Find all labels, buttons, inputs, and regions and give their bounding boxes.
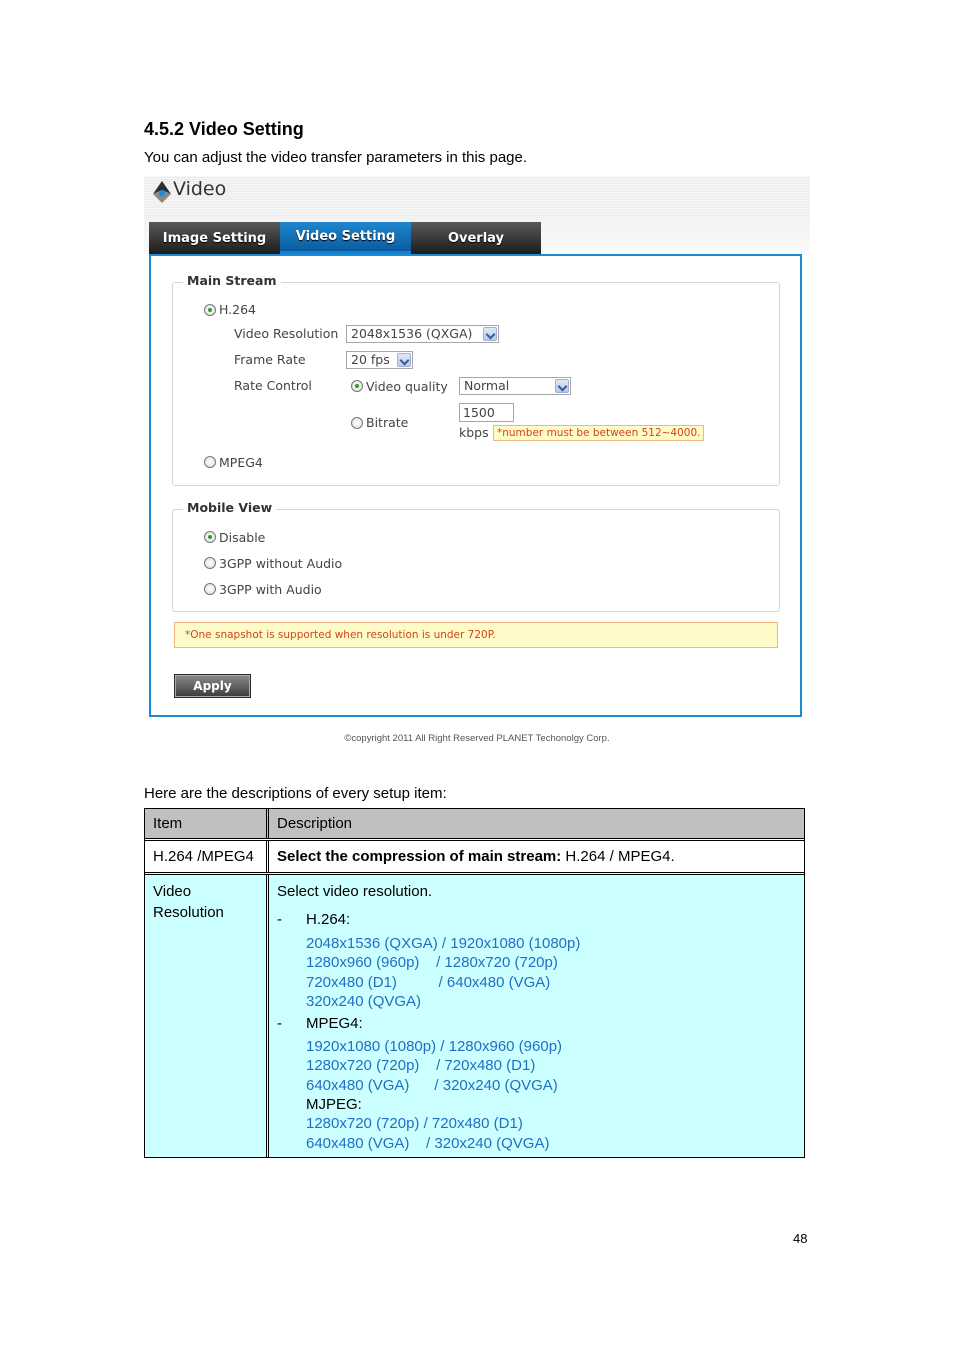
copyright-text: ©copyright 2011 All Right Reserved PLANE… — [344, 733, 610, 744]
section-intro: You can adjust the video transfer parame… — [144, 149, 528, 166]
video-resolution-select[interactable]: 2048x1536 (QXGA) — [346, 325, 499, 343]
settings-tabs: Image Setting Video Setting Overlay — [149, 222, 541, 254]
chevron-down-icon — [555, 379, 569, 393]
video-quality-label: Video quality — [366, 379, 448, 394]
mobile-disable-radio[interactable] — [204, 531, 216, 543]
mpeg4-heading: MPEG4: — [306, 1015, 363, 1033]
description-intro: Select video resolution. — [277, 883, 433, 900]
header-description: Description — [277, 815, 353, 832]
mpeg4-label: MPEG4 — [219, 455, 263, 470]
mobile-view-legend: Mobile View — [183, 500, 277, 515]
app-title: Video — [173, 178, 227, 200]
bitrate-radio[interactable] — [351, 417, 363, 429]
h264-heading: H.264: — [306, 911, 351, 928]
resolution-line: 1280x720 (720p) / 720x480 (D1) — [306, 1115, 523, 1133]
video-quality-value: Normal — [464, 378, 510, 393]
table-row: Video Resolution Select video resolution… — [145, 872, 804, 1157]
description-rest: H.264 / MPEG4. — [561, 848, 675, 865]
section-heading: 4.5.2 Video Setting — [144, 119, 304, 139]
bitrate-unit: kbps — [459, 425, 489, 440]
video-resolution-value: 2048x1536 (QXGA) — [351, 326, 473, 341]
mobile-view-group: Mobile View Disable 3GPP without Audio 3… — [172, 500, 780, 612]
mpeg4-resolution-list: 1920x1080 (1080p) / 1280x960 (960p) 1280… — [277, 1037, 796, 1153]
item-line: Video — [153, 883, 192, 900]
resolution-line: 640x480 (VGA) / 320x240 (QVGA) — [306, 1076, 558, 1094]
h264-label: H.264 — [219, 302, 257, 317]
mobile-3gpp-no-audio-radio[interactable] — [204, 557, 216, 569]
mjpeg-heading: MJPEG: — [306, 1096, 362, 1114]
table-header-row: Item Description — [145, 809, 804, 838]
bitrate-hint: *number must be between 512~4000. — [493, 425, 705, 441]
table-row: H.264 /MPEG4 Select the compression of m… — [145, 838, 804, 872]
h264-resolution-list: 2048x1536 (QXGA) / 1920x1080 (1080p) 128… — [277, 934, 796, 1011]
main-stream-group: Main Stream H.264 Video Resolution 2048x… — [172, 273, 780, 486]
descriptions-lead: Here are the descriptions of every setup… — [144, 785, 447, 802]
bullet: - — [277, 1015, 282, 1033]
description-cell: Select video resolution. - H.264: 2048x1… — [269, 875, 804, 1157]
resolution-line: 2048x1536 (QXGA) / 1920x1080 (1080p) — [306, 935, 581, 952]
video-resolution-label: Video Resolution — [234, 326, 339, 341]
h264-radio[interactable] — [204, 304, 216, 316]
snapshot-note: *One snapshot is supported when resoluti… — [174, 622, 778, 648]
item-line: Resolution — [153, 904, 224, 921]
video-quality-select[interactable]: Normal — [459, 377, 571, 395]
frame-rate-value: 20 fps — [351, 352, 390, 367]
main-stream-legend: Main Stream — [183, 273, 281, 288]
resolution-line: 320x240 (QVGA) — [306, 992, 422, 1010]
rate-control-label: Rate Control — [234, 378, 312, 393]
description-bold: Select the compression of main stream: — [277, 848, 562, 865]
resolution-line: 640x480 (VGA) / 320x240 (QVGA) — [306, 1134, 550, 1152]
planet-logo-icon — [153, 181, 171, 203]
bullet: - — [277, 911, 282, 928]
tab-video-setting[interactable]: Video Setting — [280, 222, 411, 254]
video-settings-screenshot: Video Image Setting Video Setting Overla… — [144, 176, 810, 748]
header-item: Item — [145, 809, 269, 838]
page-number: 48 — [793, 1231, 808, 1246]
chevron-down-icon — [483, 327, 497, 341]
mpeg4-radio[interactable] — [204, 456, 216, 468]
resolution-line: 1280x960 (960p) / 1280x720 (720p) — [306, 954, 558, 972]
item-cell: Video Resolution — [145, 875, 269, 1157]
tab-overlay[interactable]: Overlay — [411, 222, 541, 254]
item-cell: H.264 /MPEG4 — [145, 841, 269, 872]
mobile-3gpp-no-audio-label: 3GPP without Audio — [219, 556, 343, 571]
frame-rate-label: Frame Rate — [234, 352, 306, 367]
mobile-disable-label: Disable — [219, 530, 266, 545]
tab-image-setting[interactable]: Image Setting — [149, 222, 280, 254]
resolution-line: 1920x1080 (1080p) / 1280x960 (960p) — [306, 1038, 563, 1056]
video-settings-panel: Main Stream H.264 Video Resolution 2048x… — [149, 254, 802, 717]
resolution-line: 1280x720 (720p) / 720x480 (D1) — [306, 1057, 536, 1075]
bitrate-label: Bitrate — [366, 415, 409, 430]
mobile-3gpp-audio-radio[interactable] — [204, 583, 216, 595]
setup-items-table: Item Description H.264 /MPEG4 Select the… — [144, 808, 805, 1158]
mobile-3gpp-audio-label: 3GPP with Audio — [219, 582, 322, 597]
bitrate-input[interactable]: 1500 — [459, 403, 514, 422]
resolution-line: 720x480 (D1) / 640x480 (VGA) — [306, 973, 551, 991]
frame-rate-select[interactable]: 20 fps — [346, 351, 413, 369]
apply-button[interactable]: Apply — [174, 674, 251, 698]
description-cell: Select the compression of main stream: H… — [269, 841, 804, 872]
chevron-down-icon — [397, 353, 411, 367]
video-quality-radio[interactable] — [351, 380, 363, 392]
